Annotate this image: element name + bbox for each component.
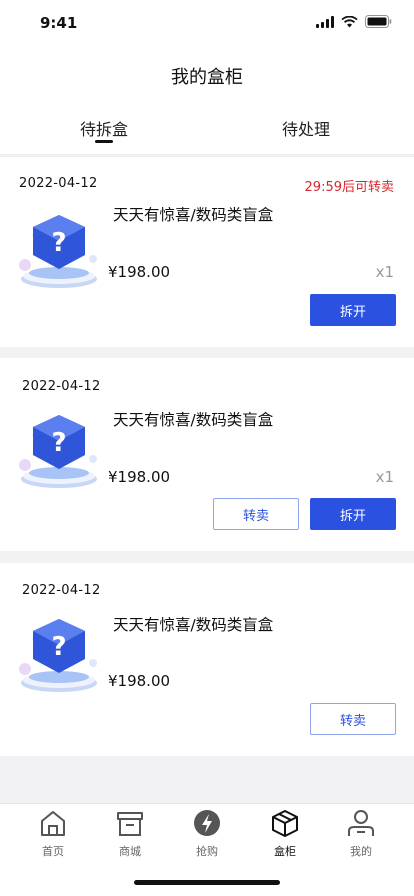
order-card: 2022-04-12 ? 天天有惊喜/数码类盲盒 ¥198.00 x1 转卖 拆… — [0, 358, 414, 551]
resell-timer: 29:59后可转卖 — [304, 180, 394, 195]
order-date: 2022-04-12 — [22, 379, 101, 394]
status-bar: 9:41 — [0, 0, 414, 48]
home-icon — [41, 811, 65, 836]
order-card: 2022-04-12 29:59后可转卖 ? 天天有惊喜/数码类盲盒 ¥198.… — [0, 157, 414, 347]
mystery-box-image: ? — [19, 415, 97, 488]
resell-button[interactable]: 转卖 — [310, 703, 396, 735]
mystery-box-image: ? — [19, 619, 97, 692]
tabbar-item-shop[interactable]: 商城 — [100, 808, 160, 859]
tabbar-label: 首页 — [42, 845, 64, 858]
tab-active-indicator — [95, 140, 113, 143]
order-date: 2022-04-12 — [22, 583, 101, 598]
svg-text:?: ? — [51, 228, 66, 258]
product-name: 天天有惊喜/数码类盲盒 — [113, 616, 274, 634]
shop-icon — [117, 812, 143, 836]
page-title: 我的盒柜 — [171, 67, 243, 88]
tab-unopened[interactable]: 待拆盒 — [80, 116, 128, 140]
mystery-box-image: ? — [19, 215, 97, 288]
product-quantity: x1 — [375, 468, 394, 486]
product-quantity: x1 — [375, 263, 394, 281]
product-price: ¥198.00 — [108, 468, 171, 486]
svg-text:?: ? — [51, 428, 66, 458]
battery-icon — [365, 15, 392, 28]
tabbar-label: 商城 — [119, 845, 141, 858]
product-name: 天天有惊喜/数码类盲盒 — [113, 206, 274, 224]
svg-text:?: ? — [51, 632, 66, 662]
user-icon — [348, 810, 374, 836]
tabbar-item-home[interactable]: 首页 — [23, 808, 83, 859]
tabbar-label: 我的 — [350, 845, 372, 858]
tabbar-item-box-cabinet[interactable]: 盒柜 — [255, 808, 315, 859]
order-card: 2022-04-12 ? 天天有惊喜/数码类盲盒 ¥198.00 转卖 — [0, 563, 414, 756]
product-price: ¥198.00 — [108, 672, 171, 690]
product-name: 天天有惊喜/数码类盲盒 — [113, 411, 274, 429]
product-price: ¥198.00 — [108, 263, 171, 281]
status-icons — [316, 15, 392, 28]
wifi-icon — [341, 15, 358, 27]
signal-icon — [316, 15, 334, 28]
status-time: 9:41 — [40, 14, 78, 32]
tab-pending[interactable]: 待处理 — [282, 116, 330, 140]
open-box-button[interactable]: 拆开 — [310, 498, 396, 530]
open-box-button[interactable]: 拆开 — [310, 294, 396, 326]
header: 我的盒柜 待拆盒 待处理 — [0, 48, 414, 155]
tabbar-label: 抢购 — [196, 845, 218, 858]
tabbar-label: 盒柜 — [274, 845, 296, 858]
tabbar-item-profile[interactable]: 我的 — [331, 808, 391, 859]
box-icon — [272, 810, 298, 837]
resell-button[interactable]: 转卖 — [213, 498, 299, 530]
lightning-icon — [194, 810, 220, 836]
tabbar-item-flash-sale[interactable]: 抢购 — [177, 808, 237, 859]
home-indicator — [134, 880, 280, 885]
order-date: 2022-04-12 — [19, 176, 98, 191]
